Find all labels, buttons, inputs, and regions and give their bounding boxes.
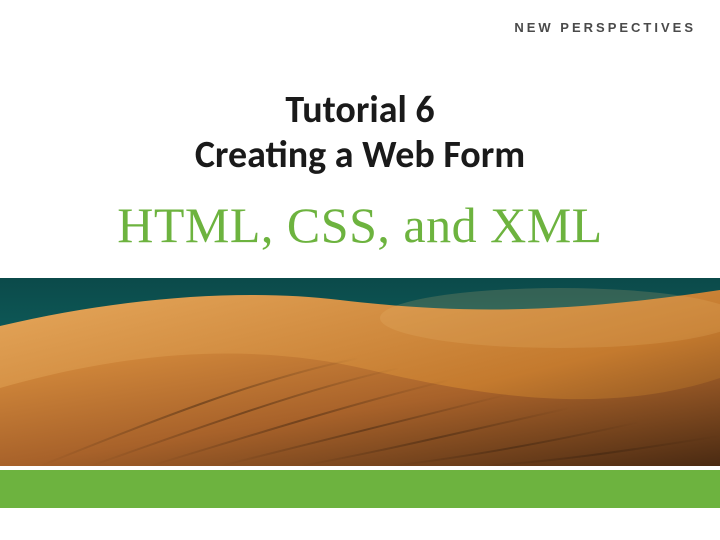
footer-accent-bar [0,470,720,508]
slide-subtitle: HTML, CSS, and XML [0,196,720,254]
title-line-2: Creating a Web Form [0,133,720,178]
slide-title: Tutorial 6 Creating a Web Form [0,88,720,178]
title-line-1: Tutorial 6 [0,88,720,133]
brand-label: NEW PERSPECTIVES [514,20,696,35]
hero-image [0,278,720,466]
